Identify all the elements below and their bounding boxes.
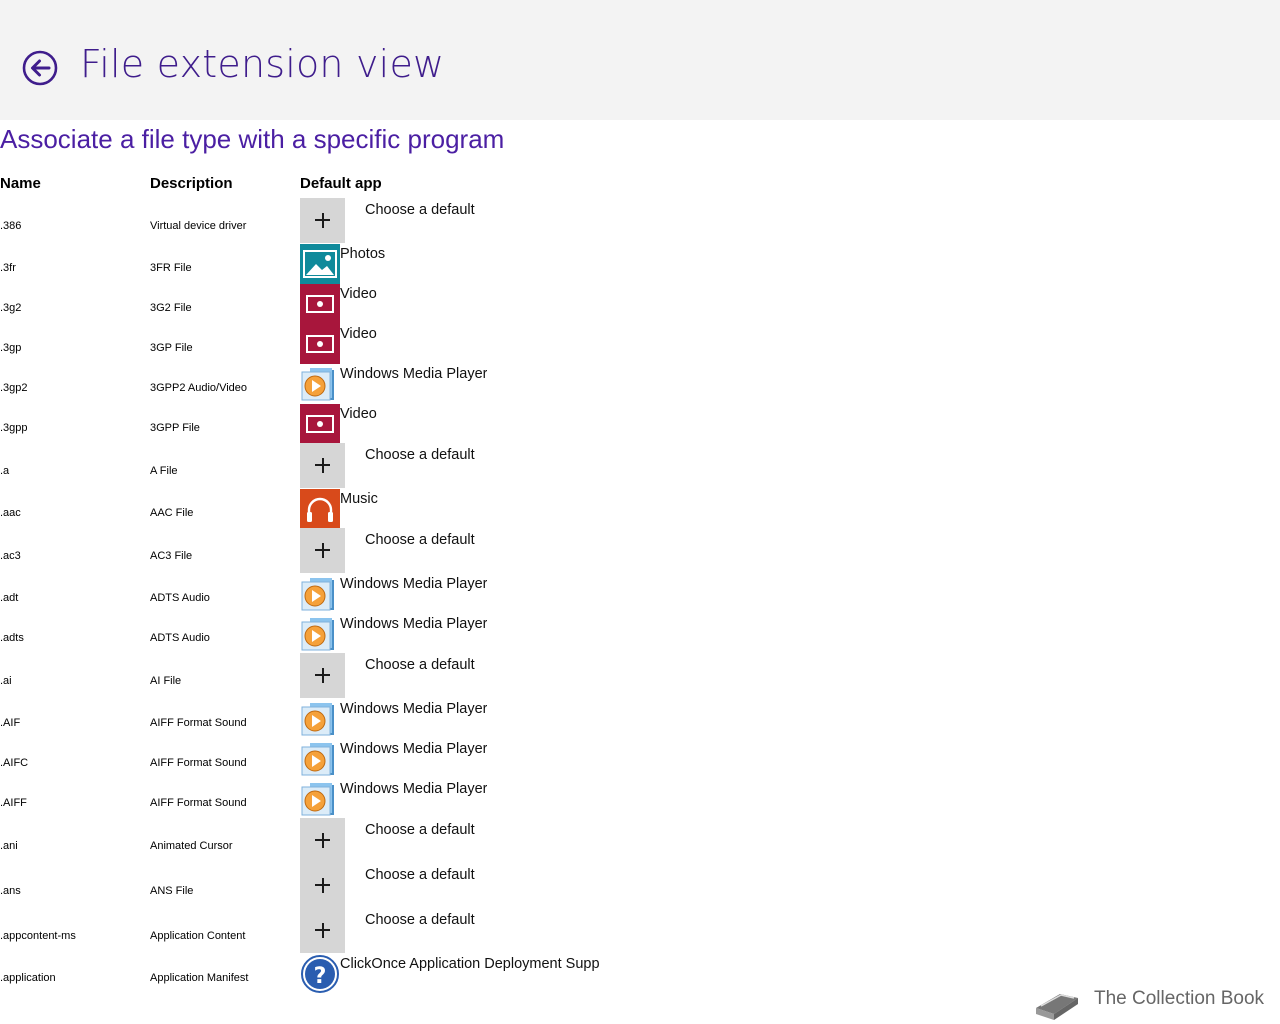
extension-description: AC3 File <box>150 550 193 562</box>
extension-name: .3gp2 <box>0 382 28 394</box>
extension-name: .ans <box>0 885 21 897</box>
table-row[interactable]: .adt ADTS Audio Windows Media Player <box>0 574 640 614</box>
choose-default-button[interactable]: Choose a default <box>365 867 475 883</box>
plus-icon[interactable] <box>300 653 345 698</box>
table-row[interactable]: .a A File Choose a default <box>0 443 640 488</box>
extension-name: .ai <box>0 675 12 687</box>
default-app-label: Video <box>340 286 377 302</box>
default-app-label: Windows Media Player <box>340 366 488 382</box>
default-app-label: Photos <box>340 246 386 262</box>
extension-name: .AIFF <box>0 797 27 809</box>
table-row[interactable]: .AIF AIFF Format Sound Windows Media Playe… <box>0 699 640 739</box>
plus-icon[interactable] <box>300 528 345 573</box>
default-app-label: ClickOnce Application Deployment Suppc <box>340 956 600 972</box>
extension-description: AAC File <box>150 507 194 519</box>
extension-description: AIFF Format Sound <box>150 797 247 809</box>
default-app-label: Windows Media Player <box>340 616 488 632</box>
extension-name: .3gp <box>0 342 22 354</box>
extension-description: Animated Cursor <box>150 840 233 852</box>
table-row[interactable]: .ans ANS File Choose a default <box>0 863 640 908</box>
svg-text:?: ? <box>314 964 327 989</box>
brand-name: The Collection Book <box>1094 988 1265 1009</box>
extension-name: .AIF <box>0 717 21 729</box>
default-app-label: Windows Media Player <box>340 576 488 592</box>
extension-description: ANS File <box>150 885 194 897</box>
plus-icon[interactable] <box>300 818 345 863</box>
choose-default-button[interactable]: Choose a default <box>365 657 475 673</box>
choose-default-button[interactable]: Choose a default <box>365 532 475 548</box>
default-app-label: Video <box>340 406 377 422</box>
table-row[interactable]: .ani Animated Cursor Choose a default <box>0 818 640 863</box>
wmp-icon[interactable] <box>300 779 340 819</box>
video-icon[interactable] <box>300 284 340 324</box>
extension-description: 3G2 File <box>150 302 192 314</box>
default-app-label: Windows Media Player <box>340 741 488 757</box>
table-row[interactable]: .AIFF AIFF Format Sound Windows Media Play… <box>0 779 640 819</box>
extension-name: .386 <box>0 220 22 232</box>
book-icon <box>1036 994 1078 1020</box>
wmp-icon[interactable] <box>300 699 340 739</box>
music-icon[interactable] <box>300 489 340 529</box>
wmp-icon[interactable] <box>300 614 340 654</box>
extension-name: .adts <box>0 632 24 644</box>
extension-name: .3fr <box>0 262 16 274</box>
extension-name: .application <box>0 972 56 984</box>
extension-description: Virtual device driver <box>150 220 247 232</box>
extension-description: A File <box>150 465 178 477</box>
choose-default-button[interactable]: Choose a default <box>365 822 475 838</box>
extension-name: .AIFC <box>0 757 29 769</box>
plus-icon[interactable] <box>300 863 345 908</box>
default-app-label: Windows Media Player <box>340 701 488 717</box>
help-icon[interactable]: ? <box>300 954 340 994</box>
extension-name: .aac <box>0 507 21 519</box>
extension-name: .a <box>0 465 10 477</box>
table-row[interactable]: .AIFC AIFF Format Sound Windows Media Play… <box>0 739 640 779</box>
extension-description: AIFF Format Sound <box>150 717 247 729</box>
table-row[interactable]: .application Application Manifest? ClickOn… <box>0 954 640 994</box>
table-row[interactable]: .386 Virtual device driver Choose a defaul… <box>0 198 640 243</box>
default-app-label: Video <box>340 326 377 342</box>
default-app-label: Music <box>340 491 378 507</box>
extension-name: .3g2 <box>0 302 22 314</box>
table-row[interactable]: .ai AI File Choose a default <box>0 653 640 698</box>
choose-default-button[interactable]: Choose a default <box>365 912 475 928</box>
extension-description: AIFF Format Sound <box>150 757 247 769</box>
extension-name: .ac3 <box>0 550 21 562</box>
extension-description: Application Manifest <box>150 972 249 984</box>
plus-icon[interactable] <box>300 443 345 488</box>
table-row[interactable]: .aac AAC File Music <box>0 489 640 529</box>
extension-description: 3GPP2 Audio/Video <box>150 382 248 394</box>
extension-description: ADTS Audio <box>150 632 210 644</box>
wmp-icon[interactable] <box>300 574 340 614</box>
plus-icon[interactable] <box>300 908 345 953</box>
table-row[interactable]: .3g2 3G2 File Video <box>0 284 640 324</box>
video-icon[interactable] <box>300 404 340 444</box>
file-extension-list: .386 Virtual device driver Choose a defaul… <box>0 0 1280 1024</box>
default-app-label: Windows Media Player <box>340 781 488 797</box>
photos-icon[interactable] <box>300 244 340 284</box>
table-row[interactable]: .adts ADTS Audio Windows Media Player <box>0 614 640 654</box>
extension-name: .3gpp <box>0 422 28 434</box>
extension-description: Application Content <box>150 930 246 942</box>
extension-name: .appcontent-ms <box>0 930 76 942</box>
table-row[interactable]: .ac3 AC3 File Choose a default <box>0 528 640 573</box>
wmp-icon[interactable] <box>300 364 340 404</box>
table-row[interactable]: .3gp 3GP File Video <box>0 324 640 364</box>
choose-default-button[interactable]: Choose a default <box>365 202 475 218</box>
extension-description: 3GPP File <box>150 422 200 434</box>
table-row[interactable]: .3fr 3FR File Photos <box>0 244 640 284</box>
extension-description: ADTS Audio <box>150 592 210 604</box>
extension-description: 3FR File <box>150 262 192 274</box>
video-icon[interactable] <box>300 324 340 364</box>
extension-name: .ani <box>0 840 18 852</box>
wmp-icon[interactable] <box>300 739 340 779</box>
table-row[interactable]: .3gp2 3GPP2 Audio/Video Windows Media Play… <box>0 364 640 404</box>
table-row[interactable]: .appcontent-ms Application Content Choose … <box>0 908 640 953</box>
extension-description: 3GP File <box>150 342 193 354</box>
choose-default-button[interactable]: Choose a default <box>365 447 475 463</box>
table-row[interactable]: .3gpp 3GPP File Video <box>0 404 640 444</box>
plus-icon[interactable] <box>300 198 345 243</box>
extension-description: AI File <box>150 675 182 687</box>
extension-name: .adt <box>0 592 19 604</box>
